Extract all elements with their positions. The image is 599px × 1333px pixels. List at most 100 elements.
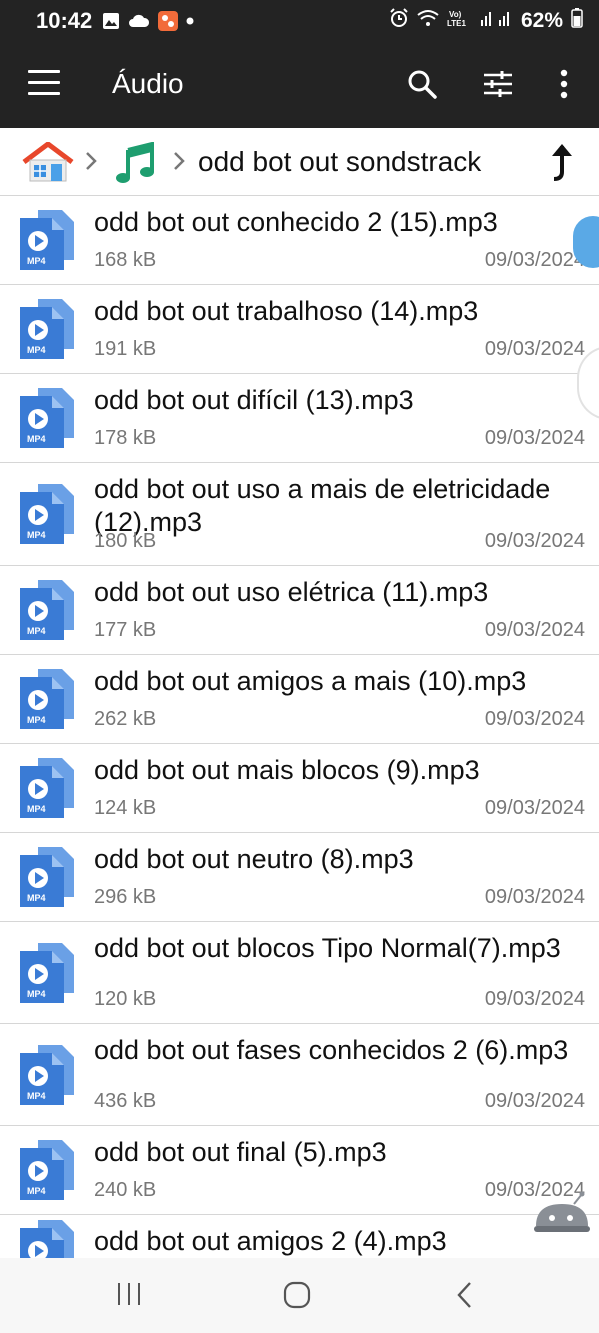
list-item[interactable]: MP4 odd bot out difícil (13).mp3 178 kB 09/… [0, 374, 599, 463]
file-name: odd bot out uso elétrica (11).mp3 [94, 577, 489, 607]
file-meta: 240 kB 09/03/2024 [94, 1179, 585, 1202]
file-size: 191 kB [94, 338, 157, 360]
signal-icon [479, 9, 513, 33]
file-size: 262 kB [94, 708, 157, 730]
file-name: odd bot out difícil (13).mp3 [94, 385, 414, 415]
back-icon[interactable] [452, 1280, 478, 1315]
mp4-file-icon: MP4 [18, 386, 76, 450]
file-type-label: MP4 [27, 989, 46, 999]
file-name: odd bot out blocos Tipo Normal(7).mp3 [94, 933, 561, 963]
list-item[interactable]: MP4 odd bot out mais blocos (9).mp3 124 kB… [0, 744, 599, 833]
chevron-right-icon [84, 150, 98, 177]
cloud-icon [128, 13, 150, 29]
filter-icon[interactable] [480, 66, 516, 102]
mp4-file-icon: MP4 [18, 756, 76, 820]
file-name: odd bot out trabalhoso (14).mp3 [94, 296, 479, 326]
file-date: 09/03/2024 [484, 1090, 585, 1112]
svg-text:LTE1: LTE1 [447, 19, 467, 27]
file-meta: 180 kB 09/03/2024 [94, 530, 585, 553]
mp4-file-icon: MP4 [18, 1218, 76, 1258]
file-name: odd bot out mais blocos (9).mp3 [94, 755, 480, 785]
file-date: 09/03/2024 [484, 988, 585, 1010]
robot-icon[interactable] [530, 1190, 594, 1247]
file-name: odd bot out amigos 2 (4).mp3 [94, 1226, 447, 1256]
mp4-file-icon: MP4 [18, 1138, 76, 1202]
file-date: 09/03/2024 [484, 708, 585, 730]
battery-percent: 62% [520, 9, 563, 32]
file-name: odd bot out amigos a mais (10).mp3 [94, 666, 527, 696]
mp4-file-icon: MP4 [18, 297, 76, 361]
file-list: MP4 odd bot out conhecido 2 (15).mp3 168 k… [0, 196, 599, 1258]
list-item[interactable]: MP4 odd bot out uso elétrica (11).mp3 177 … [0, 566, 599, 655]
file-type-label: MP4 [27, 715, 46, 725]
file-size: 180 kB [94, 530, 157, 552]
file-name: odd bot out conhecido 2 (15).mp3 [94, 207, 498, 237]
home-icon[interactable] [22, 141, 74, 182]
file-meta: 296 kB 09/03/2024 [94, 886, 585, 909]
file-type-label: MP4 [27, 434, 46, 444]
file-date: 09/03/2024 [484, 249, 585, 271]
file-meta: 436 kB 09/03/2024 [94, 1090, 585, 1113]
file-date: 09/03/2024 [484, 886, 585, 908]
menu-icon[interactable] [28, 70, 60, 98]
navigation-bar [0, 1258, 599, 1333]
file-meta: 120 kB 09/03/2024 [94, 988, 585, 1011]
list-item[interactable]: MP4 odd bot out amigos a mais (10).mp3 262… [0, 655, 599, 744]
battery-icon [571, 8, 583, 34]
home-button-icon[interactable] [282, 1280, 312, 1315]
list-item[interactable]: MP4 odd bot out uso a mais de eletricidad… [0, 463, 599, 566]
list-item[interactable]: MP4 odd bot out final (5).mp3 240 kB 09/03/… [0, 1126, 599, 1215]
list-item[interactable]: MP4 odd bot out conhecido 2 (15).mp3 168 k… [0, 196, 599, 285]
mp4-file-icon: MP4 [18, 1043, 76, 1107]
list-item[interactable]: MP4 odd bot out neutro (8).mp3 296 kB 09/03… [0, 833, 599, 922]
breadcrumb: odd bot out sondstrack [0, 128, 599, 196]
more-options-icon[interactable] [546, 66, 582, 102]
file-type-label: MP4 [27, 626, 46, 636]
file-name: odd bot out neutro (8).mp3 [94, 844, 414, 874]
file-date: 09/03/2024 [484, 530, 585, 552]
recent-apps-icon[interactable] [114, 1280, 144, 1313]
status-bar: 10:42 Vo) LTE1 62% [0, 0, 599, 42]
file-name: odd bot out fases conhecidos 2 (6).mp3 [94, 1035, 569, 1065]
chevron-right-icon [172, 150, 186, 177]
mp4-file-icon: MP4 [18, 845, 76, 909]
list-item[interactable]: MP4 odd bot out amigos 2 (4).mp3 [0, 1215, 599, 1258]
file-type-label: MP4 [27, 893, 46, 903]
file-meta: 168 kB 09/03/2024 [94, 249, 585, 272]
file-date: 09/03/2024 [484, 427, 585, 449]
page-title: Áudio [112, 68, 184, 99]
breadcrumb-current-folder[interactable]: odd bot out sondstrack [198, 146, 481, 178]
file-type-label: MP4 [27, 1186, 46, 1196]
alarm-icon [389, 8, 409, 34]
app-notification-icon [158, 11, 179, 31]
list-item[interactable]: MP4 odd bot out trabalhoso (14).mp3 191 kB… [0, 285, 599, 374]
file-type-label: MP4 [27, 256, 46, 266]
volte-icon: Vo) LTE1 [447, 9, 471, 33]
music-note-icon[interactable] [116, 141, 156, 189]
mp4-file-icon: MP4 [18, 208, 76, 272]
floating-bubble[interactable] [573, 216, 599, 268]
mp4-file-icon: MP4 [18, 482, 76, 546]
file-date: 09/03/2024 [484, 797, 585, 819]
list-item[interactable]: MP4 odd bot out fases conhecidos 2 (6).mp… [0, 1024, 599, 1126]
file-size: 296 kB [94, 886, 157, 908]
search-icon[interactable] [404, 66, 440, 102]
file-type-label: MP4 [27, 530, 46, 540]
dot-icon [186, 17, 194, 25]
file-size: 124 kB [94, 797, 157, 819]
file-meta: 262 kB 09/03/2024 [94, 708, 585, 731]
file-size: 177 kB [94, 619, 157, 641]
file-date: 09/03/2024 [484, 619, 585, 641]
file-date: 09/03/2024 [484, 338, 585, 360]
mp4-file-icon: MP4 [18, 667, 76, 731]
app-bar: Áudio [0, 42, 599, 128]
file-name: odd bot out final (5).mp3 [94, 1137, 387, 1167]
file-meta: 177 kB 09/03/2024 [94, 619, 585, 642]
file-size: 120 kB [94, 988, 157, 1010]
up-arrow-icon[interactable] [546, 142, 578, 182]
file-size: 178 kB [94, 427, 157, 449]
file-meta: 191 kB 09/03/2024 [94, 338, 585, 361]
status-time: 10:42 [36, 8, 93, 33]
file-meta: 178 kB 09/03/2024 [94, 427, 585, 450]
list-item[interactable]: MP4 odd bot out blocos Tipo Normal(7).mp3… [0, 922, 599, 1024]
